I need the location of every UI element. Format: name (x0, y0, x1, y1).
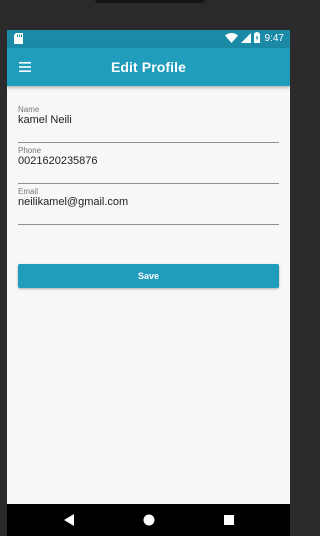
name-label: Name (18, 105, 40, 114)
status-bar: 9:47 (7, 30, 290, 48)
back-icon[interactable] (61, 512, 77, 528)
phone-label: Phone (18, 146, 42, 155)
battery-icon (253, 32, 260, 46)
email-field: Email (18, 184, 279, 225)
profile-form: Name Phone Email Save (7, 86, 290, 288)
email-label: Email (18, 187, 39, 196)
device-speaker (95, 0, 205, 3)
home-icon[interactable] (141, 512, 157, 528)
app-bar: Edit Profile (7, 48, 290, 86)
email-input[interactable] (18, 196, 279, 208)
signal-icon (240, 32, 251, 46)
phone-screen: 9:47 Edit Profile Name Phone Email Save (7, 30, 290, 504)
device-top-bezel (0, 0, 297, 30)
name-field: Name (18, 102, 279, 143)
phone-input[interactable] (18, 155, 279, 167)
recents-icon[interactable] (221, 512, 237, 528)
page-title: Edit Profile (110, 59, 187, 75)
sd-card-icon (14, 33, 23, 44)
wifi-icon (224, 32, 238, 46)
phone-field: Phone (18, 143, 279, 184)
navigation-bar (7, 504, 290, 536)
status-time: 9:47 (264, 33, 284, 44)
save-button[interactable]: Save (18, 264, 279, 288)
name-input[interactable] (18, 114, 279, 126)
